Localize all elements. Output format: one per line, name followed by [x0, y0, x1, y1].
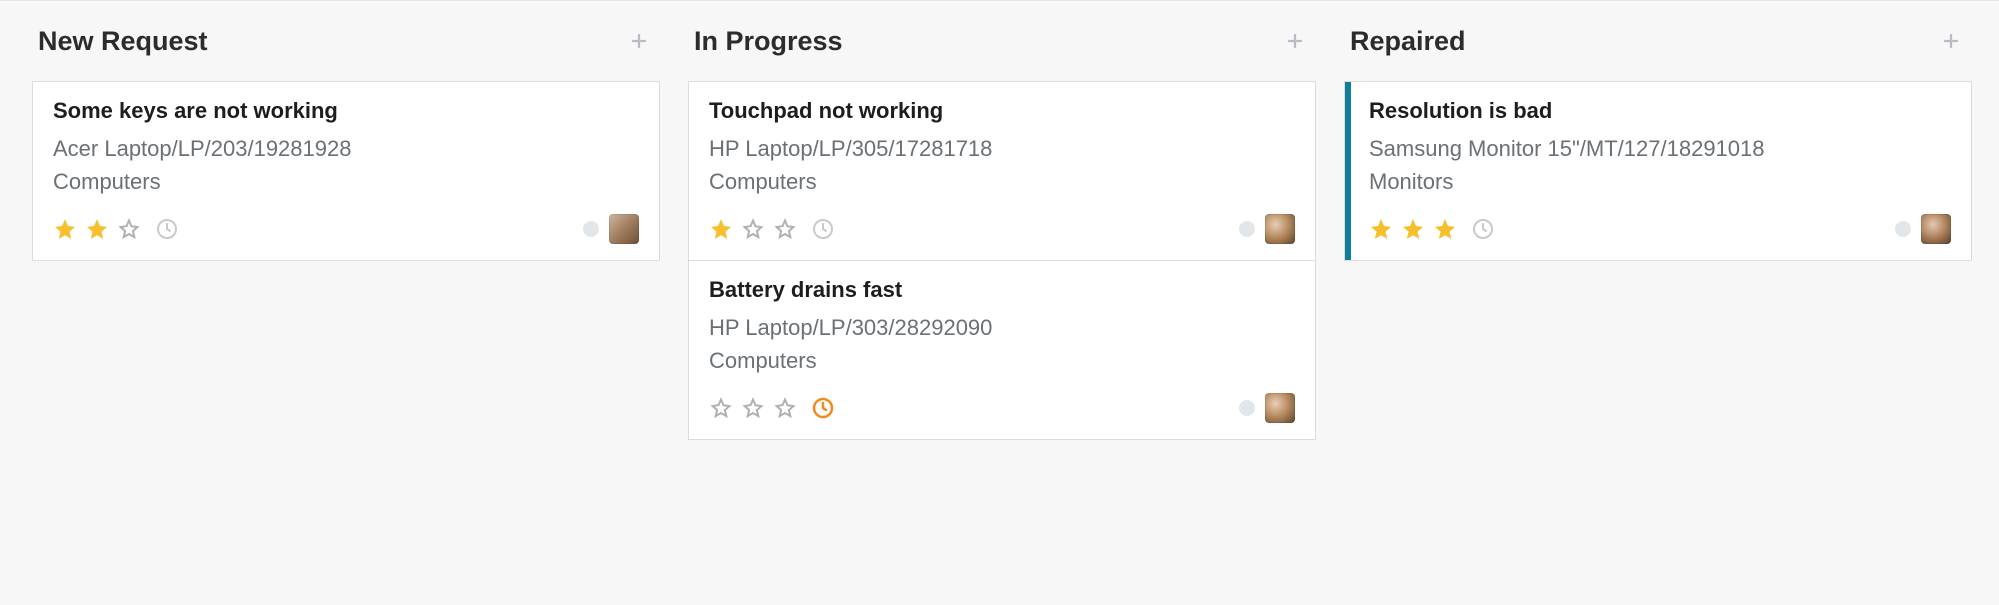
rating-group[interactable]: [53, 217, 179, 241]
column-in-progress: In Progress Touchpad not working HP Lapt…: [688, 19, 1316, 439]
card-asset: HP Laptop/LP/305/17281718: [709, 132, 1295, 165]
card-title: Touchpad not working: [709, 98, 1295, 124]
clock-icon: [811, 217, 835, 241]
rating-group[interactable]: [1369, 217, 1495, 241]
column-header: New Request: [32, 19, 660, 63]
avatar[interactable]: [1921, 214, 1951, 244]
card-title: Battery drains fast: [709, 277, 1295, 303]
star-icon: [773, 217, 797, 241]
card-title: Some keys are not working: [53, 98, 639, 124]
clock-icon: [811, 396, 835, 420]
status-dot[interactable]: [1239, 400, 1255, 416]
star-icon: [117, 217, 141, 241]
rating-group[interactable]: [709, 217, 835, 241]
card-meta-right: [1239, 393, 1295, 423]
column-title: New Request: [38, 26, 208, 57]
add-card-button[interactable]: [624, 24, 654, 58]
star-icon: [709, 217, 733, 241]
plus-icon: [1942, 32, 1960, 50]
card-asset: Samsung Monitor 15"/MT/127/18291018: [1369, 132, 1951, 165]
card-footer: [709, 391, 1295, 425]
card-category: Computers: [709, 344, 1295, 377]
column-title: In Progress: [694, 26, 843, 57]
card[interactable]: Battery drains fast HP Laptop/LP/303/282…: [688, 260, 1316, 440]
star-icon: [773, 396, 797, 420]
avatar[interactable]: [1265, 214, 1295, 244]
column-header: Repaired: [1344, 19, 1972, 63]
card-category: Monitors: [1369, 165, 1951, 198]
star-icon: [741, 217, 765, 241]
avatar[interactable]: [1265, 393, 1295, 423]
card-footer: [53, 212, 639, 246]
clock-icon: [1471, 217, 1495, 241]
card[interactable]: Resolution is bad Samsung Monitor 15"/MT…: [1344, 81, 1972, 261]
avatar[interactable]: [609, 214, 639, 244]
card-meta-right: [1239, 214, 1295, 244]
card-meta-right: [1895, 214, 1951, 244]
star-icon: [1401, 217, 1425, 241]
plus-icon: [630, 32, 648, 50]
card-footer: [709, 212, 1295, 246]
card-meta-right: [583, 214, 639, 244]
card-footer: [1369, 212, 1951, 246]
star-icon: [53, 217, 77, 241]
status-dot[interactable]: [1239, 221, 1255, 237]
card-category: Computers: [709, 165, 1295, 198]
status-dot[interactable]: [1895, 221, 1911, 237]
clock-icon: [155, 217, 179, 241]
kanban-board: New Request Some keys are not working Ac…: [0, 0, 1999, 489]
star-icon: [1433, 217, 1457, 241]
column-repaired: Repaired Resolution is bad Samsung Monit…: [1344, 19, 1972, 439]
star-icon: [85, 217, 109, 241]
card-status-stripe: [1345, 82, 1351, 260]
card-title: Resolution is bad: [1369, 98, 1951, 124]
star-icon: [709, 396, 733, 420]
plus-icon: [1286, 32, 1304, 50]
status-dot[interactable]: [583, 221, 599, 237]
card-asset: HP Laptop/LP/303/28292090: [709, 311, 1295, 344]
column-new-request: New Request Some keys are not working Ac…: [32, 19, 660, 439]
column-title: Repaired: [1350, 26, 1466, 57]
star-icon: [741, 396, 765, 420]
card[interactable]: Touchpad not working HP Laptop/LP/305/17…: [688, 81, 1316, 261]
card[interactable]: Some keys are not working Acer Laptop/LP…: [32, 81, 660, 261]
card-category: Computers: [53, 165, 639, 198]
column-header: In Progress: [688, 19, 1316, 63]
add-card-button[interactable]: [1280, 24, 1310, 58]
star-icon: [1369, 217, 1393, 241]
rating-group[interactable]: [709, 396, 835, 420]
card-asset: Acer Laptop/LP/203/19281928: [53, 132, 639, 165]
add-card-button[interactable]: [1936, 24, 1966, 58]
